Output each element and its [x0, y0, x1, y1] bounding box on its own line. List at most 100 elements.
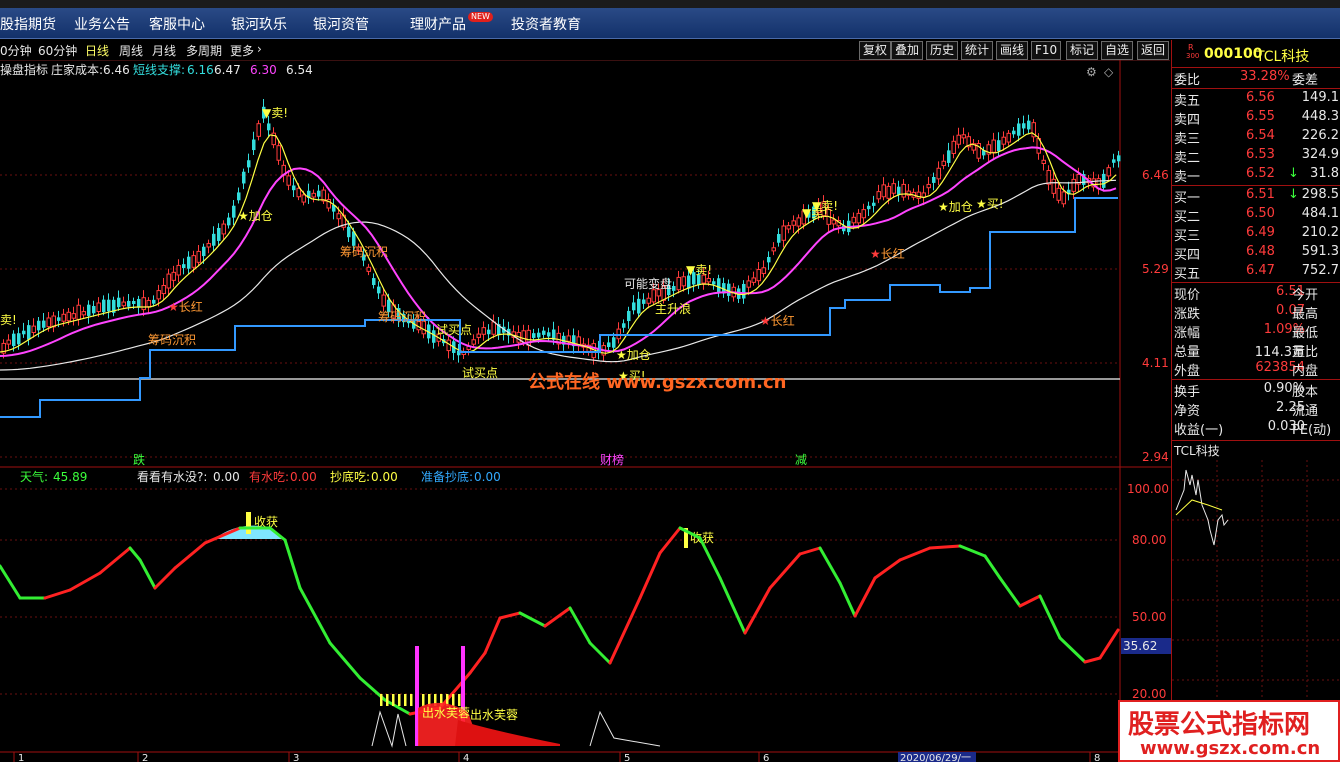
price-tick-1: 6.46	[1142, 168, 1169, 182]
water-value: 0.00	[213, 470, 240, 484]
stat-row: 外盘 623854 内盘	[1174, 360, 1319, 379]
overlay-button[interactable]: 叠加	[891, 41, 924, 60]
site-watermark: 股票公式指标网 www.gszx.com.cn	[1118, 700, 1340, 762]
mark-button[interactable]: 标记	[1066, 41, 1099, 60]
cost-value: 6.46	[103, 63, 130, 77]
menu-item-yinhe-music[interactable]: 银河玖乐	[231, 14, 287, 34]
trial-buy-2: 试买点	[462, 365, 498, 380]
watermark-url: www.gszx.com.cn	[1140, 738, 1321, 759]
collapse-icon[interactable]: ◇	[1104, 65, 1114, 79]
stock-name: TCL科技	[1256, 49, 1310, 65]
period-weekly[interactable]: 周线	[119, 42, 143, 59]
f10-button[interactable]: F10	[1031, 41, 1062, 60]
period-toolbar: 0分钟 60分钟 日线 周线 月线 多周期 更多 › 复权 叠加 历史 统计 画…	[0, 40, 1170, 61]
stat-row: 涨幅 1.09% 最低	[1174, 322, 1319, 341]
svg-text:5: 5	[624, 753, 630, 762]
bid-row: 买五 6.47 752.7	[1174, 263, 1339, 282]
period-multi[interactable]: 多周期	[186, 42, 222, 59]
svg-text:8: 8	[1094, 753, 1100, 762]
svg-text:3: 3	[293, 753, 299, 762]
draw-line-button[interactable]: 画线	[996, 41, 1029, 60]
long-red-marker: ★长红	[168, 299, 203, 314]
white-spikes-2	[589, 710, 661, 747]
indicator-grid	[0, 488, 1120, 695]
trial-buy-1: 试买点	[436, 322, 472, 337]
menu-item-wealth-products[interactable]: 理财产品	[410, 14, 466, 34]
watchlist-button[interactable]: 自选	[1101, 41, 1134, 60]
trend-wave	[0, 526, 1120, 716]
settings-icon[interactable]: ⚙	[1086, 65, 1097, 79]
maybe-change: 可能变盘	[624, 276, 672, 291]
ind-tick-80: 80.00	[1132, 533, 1166, 547]
stat2-row: 收益(一) 0.030 PE(动)	[1174, 419, 1332, 438]
chevron-right-icon[interactable]: ›	[257, 42, 262, 56]
ask-row: 卖一 6.52 31.8 ↓	[1174, 166, 1339, 185]
weather-value: 45.89	[53, 470, 87, 484]
bid-row: 买三 6.49 210.2	[1174, 225, 1339, 244]
history-button[interactable]: 历史	[926, 41, 959, 60]
back-button[interactable]: 返回	[1137, 41, 1170, 60]
support-v2: 6.47	[214, 63, 241, 77]
restore-rights-button[interactable]: 复权	[859, 41, 892, 60]
kline-chart[interactable]: 操盘指标 庄家成本: 6.46 短线支撑: 6.16 6.47 6.30 6.5…	[0, 60, 1171, 468]
add-marker: ★加仓	[238, 209, 273, 223]
ind-tick-50: 50.00	[1132, 610, 1166, 624]
long-red-marker-2: ★长红	[760, 313, 795, 328]
candlesticks	[1, 98, 1121, 365]
menu-item-announcements[interactable]: 业务公告	[74, 14, 130, 34]
bid-row: 买二 6.50 484.1	[1174, 206, 1339, 225]
sell-marker-left: 卖!	[0, 313, 17, 327]
r-label: R	[1188, 43, 1194, 52]
stat-row: 总量 114.3万 量比	[1174, 345, 1319, 360]
sell-marker: ▼卖!	[262, 106, 288, 120]
long-red-marker-3: ★长红	[870, 246, 905, 261]
white-spikes-1	[371, 710, 407, 748]
statistics-button[interactable]: 统计	[961, 41, 994, 60]
svg-text:4: 4	[463, 753, 469, 762]
down-arrow-icon: ↓	[1288, 187, 1299, 202]
watermark-site: 公式在线 www.gszx.com.cn	[528, 371, 786, 393]
fall-marker: 跌	[133, 452, 145, 467]
svg-text:2: 2	[142, 753, 148, 762]
menu-item-investor-education[interactable]: 投资者教育	[511, 14, 581, 34]
bottom-value: 0.00	[371, 470, 398, 484]
stat2-row: 净资 2.25 流通	[1174, 400, 1319, 419]
price-tick-2: 5.29	[1142, 262, 1169, 276]
sell-marker-2: ▼卖!	[686, 263, 712, 277]
harvest-bar	[246, 512, 251, 534]
indicator-name: 操盘指标	[0, 62, 48, 77]
prep-label: 准备抄底:	[421, 469, 473, 484]
mini-avg-line	[1175, 499, 1223, 516]
menu-item-service[interactable]: 客服中心	[149, 14, 205, 34]
main-menu-bar: 股指期货 业务公告 客服中心 银河玖乐 银河资管 理财产品 NEW 投资者教育	[0, 8, 1340, 39]
buy-marker-2: ★买!	[976, 197, 1004, 211]
menu-item-futures[interactable]: 股指期货	[0, 14, 56, 34]
rise-wave: 主升浪	[655, 301, 691, 316]
eat-value: 0.00	[290, 470, 317, 484]
indicator-panel[interactable]: 天气: 45.89 看看有水没?: 0.00 有水吃: 0.00 抄底吃: 0.…	[0, 468, 1171, 762]
svg-text:1: 1	[18, 753, 24, 762]
period-daily[interactable]: 日线	[85, 42, 109, 59]
cost-label: 庄家成本:	[51, 62, 103, 77]
weather-label: 天气:	[20, 469, 48, 484]
support-v4: 6.54	[286, 63, 313, 77]
menu-item-asset-management[interactable]: 银河资管	[313, 14, 369, 34]
mini-chart-title: TCL科技	[1174, 444, 1220, 458]
mid-ma-line	[0, 146, 1117, 357]
price-tick-3: 4.11	[1142, 356, 1169, 370]
period-monthly[interactable]: 月线	[152, 42, 176, 59]
new-badge: NEW	[468, 12, 493, 22]
ask-row: 卖三 6.54 226.2	[1174, 128, 1339, 147]
support-label: 短线支撑:	[133, 62, 185, 77]
price-tick-4: 2.94	[1142, 450, 1169, 464]
chip-settle-1: 筹码沉积	[148, 333, 196, 347]
period-10min[interactable]: 0分钟	[0, 42, 32, 59]
current-value: 35.62	[1123, 639, 1157, 653]
quote-panel: R 300 000100 TCL科技 委比 33.28% 委差 卖五 6.56 14…	[1171, 40, 1340, 762]
period-more[interactable]: 更多	[230, 42, 254, 59]
ask-row: 卖二 6.53 324.9	[1174, 147, 1339, 166]
stock-header: R 300 000100 TCL科技	[1172, 43, 1340, 65]
down-arrow-icon: ↓	[1288, 166, 1299, 181]
period-60min[interactable]: 60分钟	[38, 42, 77, 59]
bottom-label: 抄底吃:	[330, 469, 370, 484]
